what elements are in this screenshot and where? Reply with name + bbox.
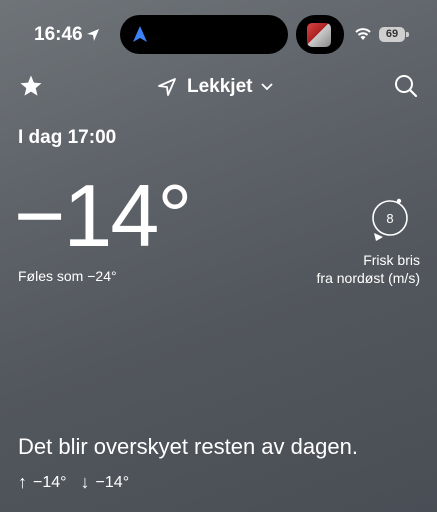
wind-arrow-icon: [374, 233, 383, 241]
max-temperature: −14°: [33, 473, 67, 491]
location-arrow-icon: [87, 29, 99, 41]
wind-description-line1: Frisk bris: [363, 252, 420, 268]
wind-direction-dot: [396, 198, 402, 204]
location-icon: [158, 78, 176, 96]
navigation-icon: [133, 26, 147, 42]
wind-description: Frisk bris fra nordøst (m/s): [317, 251, 420, 287]
top-bar: Lekkjet: [0, 70, 437, 104]
min-max-temperature: ↑ −14° ↓ −14°: [18, 472, 143, 493]
location-selector[interactable]: Lekkjet: [157, 74, 274, 100]
battery-nub: [406, 32, 409, 37]
arrow-down-icon: ↓: [80, 472, 90, 492]
wind-description-line2: fra nordøst (m/s): [316, 270, 420, 286]
current-temperature: −14°: [14, 166, 192, 265]
app-thumbnail: [307, 23, 331, 47]
min-temperature: −14°: [95, 473, 130, 491]
status-time: 16:46: [34, 24, 83, 45]
forecast-time: I dag 17:00: [18, 127, 117, 148]
feels-like: Føles som −24°: [18, 268, 117, 284]
live-activity[interactable]: [296, 15, 344, 54]
wifi-icon: [355, 28, 371, 40]
forecast-text: Det blir overskyet resten av dagen.: [18, 434, 358, 459]
wind-dial: 8: [372, 198, 408, 241]
dynamic-island[interactable]: [120, 15, 288, 54]
search-icon[interactable]: [394, 74, 418, 98]
wind-speed: 8: [386, 211, 393, 226]
star-icon[interactable]: [19, 74, 43, 98]
battery-icon: 69: [379, 27, 405, 42]
status-bar: 16:46 69: [0, 0, 437, 66]
arrow-up-icon: ↑: [18, 472, 27, 492]
location-name: Lekkjet: [187, 76, 253, 97]
wind-indicator[interactable]: 8: [368, 196, 412, 249]
chevron-down-icon: [261, 83, 274, 91]
